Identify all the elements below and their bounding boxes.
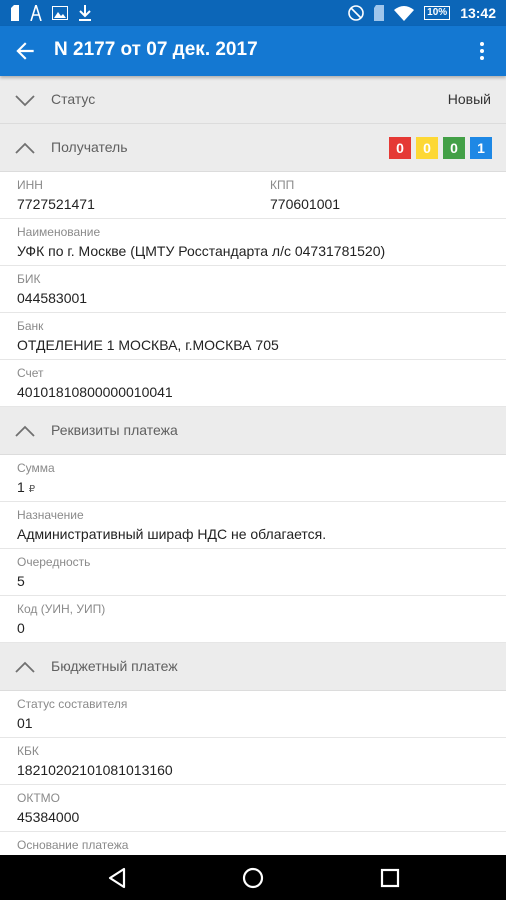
basis-label: Основание платежа — [17, 838, 129, 852]
composer-status-label: Статус составителя — [17, 697, 128, 711]
document-details: Статус Новый Получатель 0 0 0 1 ИНН 7727… — [0, 76, 506, 855]
field-oktmo: ОКТМО 45384000 — [0, 785, 506, 832]
dnd-icon — [348, 5, 364, 21]
system-nav-bar — [0, 855, 506, 900]
system-icons: 10% 13:42 — [348, 4, 496, 22]
name-label: Наименование — [17, 225, 101, 239]
section-recipient[interactable]: Получатель 0 0 0 1 — [0, 124, 506, 172]
oktmo-value: 45384000 — [17, 809, 80, 825]
recents-square-icon[interactable] — [377, 865, 403, 891]
section-title: Реквизиты платежа — [51, 422, 178, 438]
chevron-up-icon — [15, 142, 35, 154]
priority-value: 5 — [17, 573, 25, 589]
field-basis: Основание платежа — [0, 832, 506, 855]
bank-label: Банк — [17, 319, 44, 333]
wifi-icon — [394, 6, 415, 21]
chevron-down-icon — [15, 95, 35, 107]
code-label: Код (УИН, УИП) — [17, 602, 106, 616]
inn-label: ИНН — [17, 178, 43, 192]
chevron-up-icon — [15, 425, 35, 437]
field-inn-kpp: ИНН 7727521471 КПП 770601001 — [0, 172, 506, 219]
section-payment[interactable]: Реквизиты платежа — [0, 407, 506, 455]
chevron-up-icon — [15, 661, 35, 673]
page-title: N 2177 от 07 дек. 2017 — [54, 39, 258, 60]
section-budget[interactable]: Бюджетный платеж — [0, 643, 506, 691]
bik-value: 044583001 — [17, 290, 88, 306]
a-icon — [30, 5, 42, 21]
name-value: УФК по г. Москве (ЦМТУ Росстандарта л/с … — [17, 243, 386, 259]
kbk-value: 18210202101081013160 — [17, 762, 173, 778]
status-value: Новый — [447, 91, 491, 107]
field-account: Счет 40101810800000010041 — [0, 360, 506, 407]
notification-icons — [10, 4, 92, 22]
field-bik: БИК 044583001 — [0, 266, 506, 313]
section-status[interactable]: Статус Новый — [0, 76, 506, 124]
app-bar: N 2177 от 07 дек. 2017 — [0, 26, 506, 76]
sum-value: 1 ₽ — [17, 479, 35, 495]
battery-level: 10% — [424, 6, 451, 20]
field-purpose: Назначение Административный шираф НДС не… — [0, 502, 506, 549]
composer-status-value: 01 — [17, 715, 33, 731]
more-vert-icon[interactable] — [470, 39, 494, 63]
badge-blue: 1 — [470, 137, 492, 159]
field-priority: Очередность 5 — [0, 549, 506, 596]
badge-yellow: 0 — [416, 137, 438, 159]
purpose-value: Административный шираф НДС не облагается… — [17, 526, 327, 542]
kpp-value: 770601001 — [270, 196, 341, 212]
field-bank: Банк ОТДЕЛЕНИЕ 1 МОСКВА, г.МОСКВА 705 — [0, 313, 506, 360]
status-badges: 0 0 0 1 — [389, 137, 492, 159]
kpp-label: КПП — [270, 178, 295, 192]
section-title: Бюджетный платеж — [51, 658, 178, 674]
bik-label: БИК — [17, 272, 41, 286]
image-icon — [52, 6, 68, 20]
field-code: Код (УИН, УИП) 0 — [0, 596, 506, 643]
sum-amount: 1 — [17, 479, 25, 495]
kbk-label: КБК — [17, 744, 39, 758]
section-title: Получатель — [51, 139, 128, 155]
currency-sign: ₽ — [28, 484, 36, 495]
sum-label: Сумма — [17, 461, 55, 475]
back-triangle-icon[interactable] — [104, 865, 130, 891]
field-sum: Сумма 1 ₽ — [0, 455, 506, 502]
home-circle-icon[interactable] — [240, 865, 266, 891]
purpose-label: Назначение — [17, 508, 84, 522]
field-name: Наименование УФК по г. Москве (ЦМТУ Росс… — [0, 219, 506, 266]
clock: 13:42 — [460, 5, 496, 21]
oktmo-label: ОКТМО — [17, 791, 60, 805]
inn-value: 7727521471 — [17, 196, 95, 212]
account-label: Счет — [17, 366, 44, 380]
badge-green: 0 — [443, 137, 465, 159]
field-kbk: КБК 18210202101081013160 — [0, 738, 506, 785]
sdcard-icon — [374, 5, 385, 21]
bank-value: ОТДЕЛЕНИЕ 1 МОСКВА, г.МОСКВА 705 — [17, 337, 279, 353]
badge-red: 0 — [389, 137, 411, 159]
download-icon — [79, 5, 91, 21]
sim-icon — [11, 5, 19, 21]
code-value: 0 — [17, 620, 25, 636]
arrow-back-icon[interactable] — [12, 38, 38, 64]
field-composer-status: Статус составителя 01 — [0, 691, 506, 738]
system-status-bar: 10% 13:42 — [0, 0, 506, 26]
account-value: 40101810800000010041 — [17, 384, 173, 400]
priority-label: Очередность — [17, 555, 91, 569]
section-title: Статус — [51, 91, 96, 107]
